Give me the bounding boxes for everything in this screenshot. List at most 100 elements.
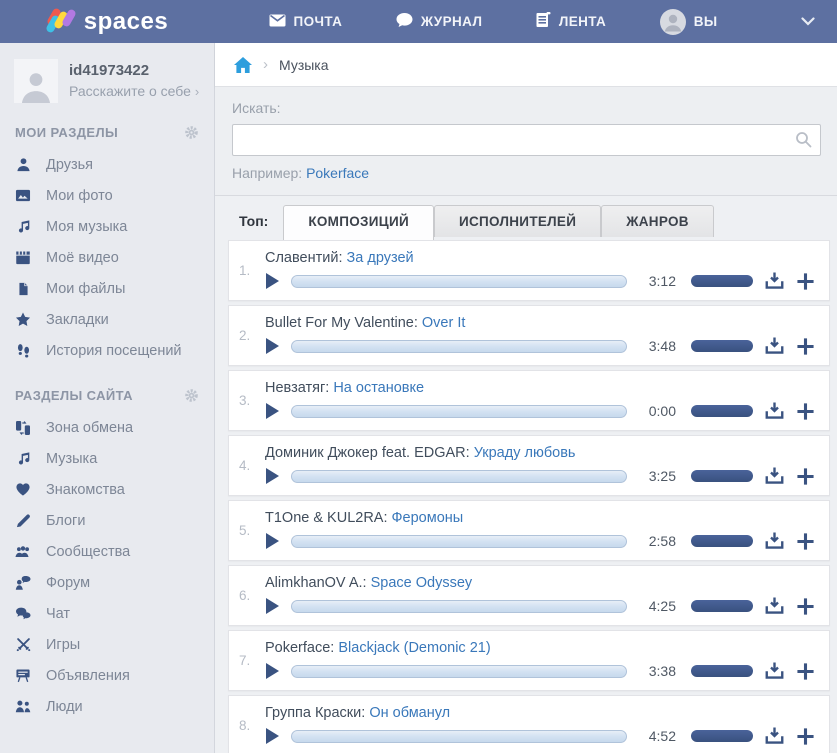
download-icon[interactable] — [764, 271, 785, 291]
track-title-link[interactable]: Blackjack (Demonic 21) — [338, 640, 490, 656]
sidebar-item-bookmarks[interactable]: Закладки — [0, 304, 214, 335]
download-icon[interactable] — [764, 336, 785, 356]
add-icon[interactable] — [796, 662, 815, 681]
volume-bar[interactable] — [691, 665, 753, 677]
progress-bar[interactable] — [291, 535, 627, 548]
play-button[interactable] — [265, 727, 280, 745]
play-button[interactable] — [265, 337, 280, 355]
progress-bar[interactable] — [291, 730, 627, 743]
gear-icon[interactable] — [184, 125, 199, 140]
play-button[interactable] — [265, 272, 280, 290]
volume-bar[interactable] — [691, 275, 753, 287]
star-icon — [14, 312, 32, 327]
download-icon[interactable] — [764, 401, 785, 421]
footprints-icon — [14, 343, 32, 359]
play-button[interactable] — [265, 662, 280, 680]
sidebar-item-chat[interactable]: Чат — [0, 598, 214, 629]
play-button[interactable] — [265, 597, 280, 615]
volume-bar[interactable] — [691, 405, 753, 417]
search-example-link[interactable]: Pokerface — [306, 165, 369, 181]
play-button[interactable] — [265, 402, 280, 420]
about-me-link[interactable]: Расскажите о себе › — [69, 83, 199, 99]
play-button[interactable] — [265, 532, 280, 550]
add-icon[interactable] — [796, 467, 815, 486]
home-icon[interactable] — [234, 57, 252, 73]
volume-bar[interactable] — [691, 600, 753, 612]
sidebar-item-label: Зона обмена — [46, 420, 133, 436]
nav-item-you[interactable]: ВЫ — [660, 9, 718, 35]
track-duration: 4:52 — [638, 728, 676, 744]
volume-bar[interactable] — [691, 340, 753, 352]
progress-bar[interactable] — [291, 665, 627, 678]
nav-item-feed[interactable]: ЛЕНТА — [536, 12, 606, 31]
add-icon[interactable] — [796, 402, 815, 421]
play-button[interactable] — [265, 467, 280, 485]
tab-artists[interactable]: ИСПОЛНИТЕЛЕЙ — [434, 205, 601, 237]
add-icon[interactable] — [796, 337, 815, 356]
download-icon[interactable] — [764, 596, 785, 616]
tab-compositions[interactable]: КОМПОЗИЦИЙ — [283, 205, 434, 240]
spaces-logo[interactable]: spaces — [0, 8, 215, 36]
track-title-link[interactable]: Он обманул — [369, 705, 450, 721]
add-icon[interactable] — [796, 532, 815, 551]
search-input[interactable] — [232, 124, 821, 156]
search-box — [232, 124, 821, 156]
sidebar-item-exchange-zone[interactable]: Зона обмена — [0, 412, 214, 443]
sidebar-item-music[interactable]: Музыка — [0, 443, 214, 474]
track-artist: Невзатяг: — [265, 380, 329, 396]
site-sections-list: Зона обмена Музыка Знакомства Блоги Сооб… — [0, 412, 214, 722]
table-row: 6. AlimkhanOV A.: Space Odyssey 4:25 — [228, 565, 830, 626]
sidebar-item-communities[interactable]: Сообщества — [0, 536, 214, 567]
progress-bar[interactable] — [291, 600, 627, 613]
table-row: 5. T1One & KUL2RA: Феромоны 2:58 — [228, 500, 830, 561]
track-artist: T1One & KUL2RA: — [265, 510, 388, 526]
track-title-link[interactable]: Over It — [422, 315, 466, 331]
volume-bar[interactable] — [691, 470, 753, 482]
track-title-link[interactable]: Space Odyssey — [371, 575, 473, 591]
gear-icon[interactable] — [184, 388, 199, 403]
sidebar-item-dating[interactable]: Знакомства — [0, 474, 214, 505]
progress-bar[interactable] — [291, 340, 627, 353]
track-title-link[interactable]: Феромоны — [392, 510, 464, 526]
sidebar-item-people[interactable]: Люди — [0, 691, 214, 722]
page-layout: id41973422 Расскажите о себе › МОИ РАЗДЕ… — [0, 43, 837, 753]
sidebar-item-games[interactable]: Игры — [0, 629, 214, 660]
progress-bar[interactable] — [291, 275, 627, 288]
track-title-link[interactable]: Украду любовь — [474, 445, 576, 461]
sidebar-item-forum[interactable]: Форум — [0, 567, 214, 598]
sidebar-item-label: Чат — [46, 606, 70, 622]
photo-icon — [14, 188, 32, 203]
add-icon[interactable] — [796, 272, 815, 291]
sidebar-item-my-photos[interactable]: Мои фото — [0, 180, 214, 211]
download-icon[interactable] — [764, 531, 785, 551]
progress-bar[interactable] — [291, 470, 627, 483]
sidebar-item-my-music[interactable]: Моя музыка — [0, 211, 214, 242]
sidebar-item-my-files[interactable]: Мои файлы — [0, 273, 214, 304]
nav-item-mail[interactable]: ПОЧТА — [269, 14, 343, 30]
nav-item-journal[interactable]: ЖУРНАЛ — [396, 13, 482, 31]
volume-bar[interactable] — [691, 730, 753, 742]
sidebar-item-blogs[interactable]: Блоги — [0, 505, 214, 536]
sidebar-item-friends[interactable]: Друзья — [0, 149, 214, 180]
track-title-link[interactable]: На остановке — [333, 380, 424, 396]
add-icon[interactable] — [796, 597, 815, 616]
track-number: 7. — [239, 653, 265, 668]
track-title-line: Славентий: За друзей — [265, 250, 815, 266]
sidebar-user-info: id41973422 Расскажите о себе › — [69, 59, 199, 99]
download-icon[interactable] — [764, 726, 785, 746]
download-icon[interactable] — [764, 466, 785, 486]
sidebar-item-label: Люди — [46, 699, 83, 715]
sidebar-item-my-video[interactable]: Моё видео — [0, 242, 214, 273]
tab-genres[interactable]: ЖАНРОВ — [601, 205, 714, 237]
sidebar-item-ads[interactable]: Объявления — [0, 660, 214, 691]
sidebar-user-block[interactable]: id41973422 Расскажите о себе › — [0, 56, 214, 115]
volume-bar[interactable] — [691, 535, 753, 547]
chevron-down-icon[interactable] — [801, 17, 815, 26]
sidebar-item-visit-history[interactable]: История посещений — [0, 335, 214, 366]
nav-item-you-label: ВЫ — [694, 14, 718, 29]
progress-bar[interactable] — [291, 405, 627, 418]
magnifier-icon[interactable] — [795, 131, 812, 153]
track-title-link[interactable]: За друзей — [347, 250, 414, 266]
download-icon[interactable] — [764, 661, 785, 681]
add-icon[interactable] — [796, 727, 815, 746]
